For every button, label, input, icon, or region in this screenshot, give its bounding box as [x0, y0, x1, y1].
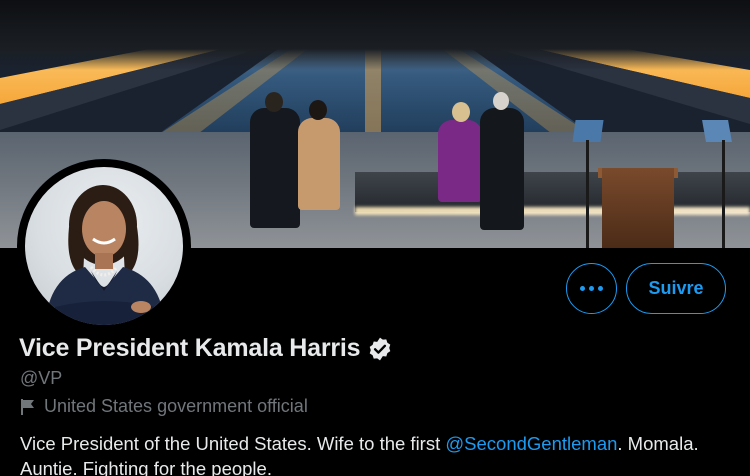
more-dots-icon [589, 286, 594, 291]
more-options-button[interactable] [566, 263, 617, 314]
profile-display-name: Vice President Kamala Harris [19, 334, 361, 362]
banner-music-stand-pole-2 [722, 140, 725, 248]
banner-music-stand-pole-1 [586, 140, 589, 248]
banner-trees [0, 0, 750, 70]
follow-button[interactable]: Suivre [626, 263, 726, 314]
bio-text-start: Vice President of the United States. Wif… [20, 433, 446, 454]
profile-category: United States government official [20, 396, 308, 417]
banner-music-stand-1 [572, 120, 604, 142]
profile-avatar[interactable] [17, 159, 191, 333]
banner-person-1 [250, 108, 300, 228]
banner-music-stand-2 [702, 120, 732, 142]
banner-step-lights [355, 207, 750, 215]
banner-podium [602, 168, 674, 248]
verified-badge-icon[interactable] [367, 336, 393, 362]
flag-icon [21, 398, 34, 415]
more-dots-icon [580, 286, 585, 291]
banner-head-2 [309, 100, 327, 120]
profile-handle: @VP [20, 368, 63, 388]
banner-head-1 [265, 92, 283, 112]
bio-mention-link[interactable]: @SecondGentleman [445, 433, 617, 454]
profile-name-row: Vice President Kamala Harris [19, 334, 393, 363]
avatar-photo [25, 167, 183, 325]
more-dots-icon [598, 286, 603, 291]
profile-bio: Vice President of the United States. Wif… [20, 431, 745, 476]
banner-steps [355, 172, 750, 212]
banner-head-3 [452, 102, 470, 122]
banner-person-2 [298, 118, 340, 210]
banner-head-4 [493, 92, 509, 110]
profile-category-label: United States government official [44, 396, 308, 416]
banner-person-4 [480, 108, 524, 230]
banner-person-3 [438, 120, 482, 202]
avatar-portrait [45, 185, 165, 325]
